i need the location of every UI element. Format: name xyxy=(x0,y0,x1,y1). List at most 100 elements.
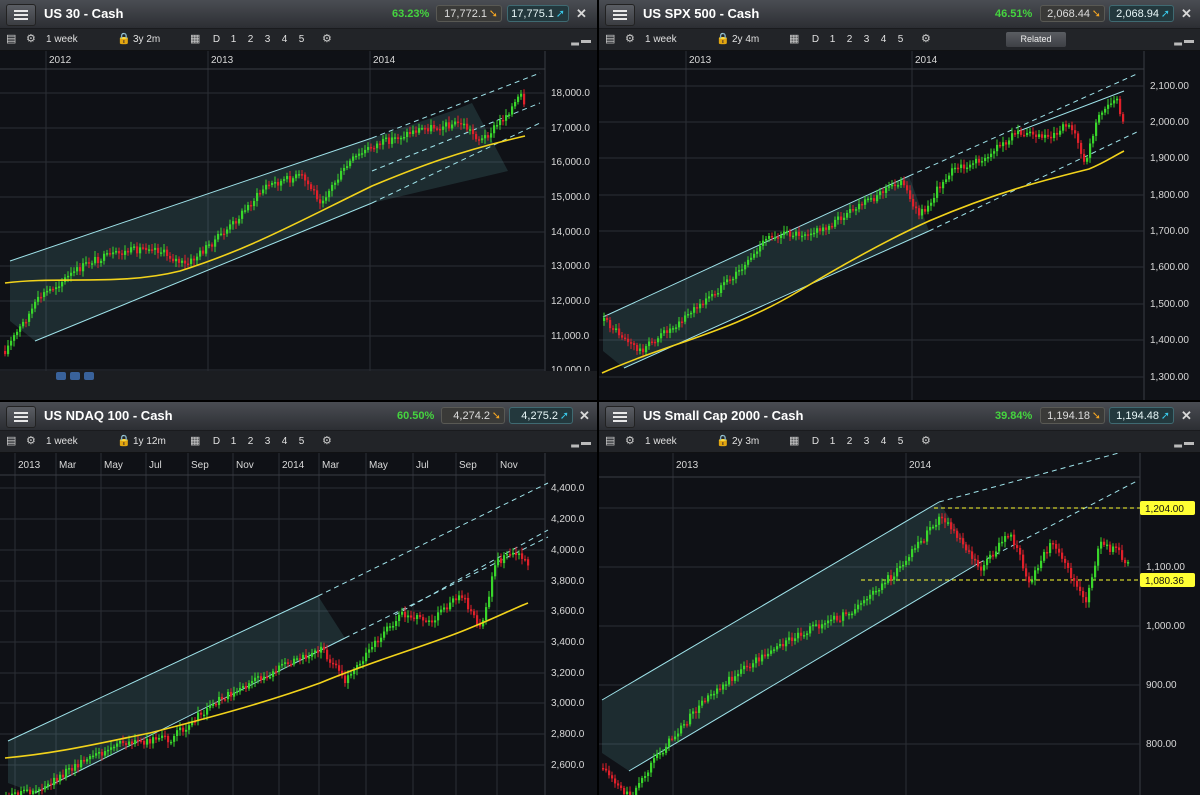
candle-body xyxy=(70,272,73,276)
close-icon[interactable]: ✕ xyxy=(579,408,590,424)
related-button[interactable]: Related xyxy=(1006,32,1066,47)
candle-body xyxy=(290,664,293,666)
chart-type-icon[interactable]: ▤ xyxy=(605,32,615,47)
chart-type-icon[interactable]: ▤ xyxy=(605,434,615,449)
price-chart[interactable]: 2012 2013 2014 18,000.0 17,000.0 16,000.… xyxy=(0,51,597,400)
sell-price-button[interactable]: 4,274.2 ➘ xyxy=(441,407,505,424)
price-label: 16,000.0 xyxy=(551,157,590,168)
gear-icon[interactable]: ⚙ xyxy=(921,32,931,47)
candle-body xyxy=(1113,100,1116,104)
buy-price-button[interactable]: 1,194.48 ➚ xyxy=(1109,407,1174,424)
buy-price-button[interactable]: 2,068.94 ➚ xyxy=(1109,5,1174,22)
range-5-button[interactable]: 5 xyxy=(892,434,909,449)
window-controls-icon[interactable]: ▂▬ xyxy=(571,437,593,448)
range-d-button[interactable]: D xyxy=(208,32,225,47)
candle-body xyxy=(418,128,421,133)
gear-icon[interactable]: ⚙ xyxy=(322,434,332,449)
candle-body xyxy=(149,739,152,744)
range-4-button[interactable]: 4 xyxy=(276,434,293,449)
window-controls-icon[interactable]: ▂▬ xyxy=(1174,437,1196,448)
candle-body xyxy=(617,783,620,786)
range-4-button[interactable]: 4 xyxy=(875,434,892,449)
range-3-button[interactable]: 3 xyxy=(259,434,276,449)
range-select[interactable]: 1y 12m xyxy=(133,434,166,449)
range-2-button[interactable]: 2 xyxy=(242,434,259,449)
buy-price-button[interactable]: 4,275.2 ➚ xyxy=(509,407,573,424)
candle-body xyxy=(163,249,166,253)
candle-body xyxy=(368,649,371,653)
candle-body xyxy=(296,658,299,660)
chart-type-icon[interactable]: ▤ xyxy=(6,434,16,449)
interval-select[interactable]: 1 week xyxy=(46,434,78,449)
sell-price-button[interactable]: 17,772.1 ➘ xyxy=(436,5,502,22)
range-3-button[interactable]: 3 xyxy=(858,32,875,47)
close-icon[interactable]: ✕ xyxy=(576,6,587,22)
range-select[interactable]: 2y 3m xyxy=(732,434,759,449)
lock-icon[interactable]: 🔒 xyxy=(716,434,730,449)
candle-body xyxy=(1061,552,1064,559)
calendar-icon[interactable]: ▦ xyxy=(789,32,799,47)
close-icon[interactable]: ✕ xyxy=(1181,6,1192,22)
range-1-button[interactable]: 1 xyxy=(225,434,242,449)
buy-price-button[interactable]: 17,775.1 ➚ xyxy=(507,5,569,22)
lock-icon[interactable]: 🔒 xyxy=(716,32,730,47)
range-5-button[interactable]: 5 xyxy=(293,434,310,449)
range-4-button[interactable]: 4 xyxy=(276,32,293,47)
calendar-icon[interactable]: ▦ xyxy=(789,434,799,449)
range-2-button[interactable]: 2 xyxy=(841,434,858,449)
settings-icon[interactable]: ⚙ xyxy=(26,32,36,47)
candle-body xyxy=(362,661,365,664)
sell-price-button[interactable]: 2,068.44 ➘ xyxy=(1040,5,1105,22)
range-select[interactable]: 3y 2m xyxy=(133,32,160,47)
range-4-button[interactable]: 4 xyxy=(875,32,892,47)
gear-icon[interactable]: ⚙ xyxy=(921,434,931,449)
range-2-button[interactable]: 2 xyxy=(242,32,259,47)
lock-icon[interactable]: 🔒 xyxy=(117,434,131,449)
time-label: Jul xyxy=(149,460,162,471)
range-3-button[interactable]: 3 xyxy=(858,434,875,449)
range-d-button[interactable]: D xyxy=(807,434,824,449)
candle-body xyxy=(61,282,64,287)
range-1-button[interactable]: 1 xyxy=(824,434,841,449)
range-d-button[interactable]: D xyxy=(208,434,225,449)
down-arrow-icon: ➘ xyxy=(1091,410,1101,422)
menu-icon[interactable] xyxy=(605,4,635,26)
calendar-icon[interactable]: ▦ xyxy=(190,434,200,449)
change-percent: 60.50% xyxy=(397,410,435,422)
settings-icon[interactable]: ⚙ xyxy=(625,434,635,449)
menu-icon[interactable] xyxy=(6,4,36,26)
calendar-icon[interactable]: ▦ xyxy=(190,32,200,47)
candle-body xyxy=(1104,108,1107,113)
candle-body xyxy=(209,705,212,708)
price-chart[interactable]: 2013 Mar May Jul Sep Nov 2014 Mar May Ju… xyxy=(0,453,597,795)
time-label: 2014 xyxy=(373,55,396,66)
sell-price-button[interactable]: 1,194.18 ➘ xyxy=(1040,407,1105,424)
menu-icon[interactable] xyxy=(605,406,635,428)
close-icon[interactable]: ✕ xyxy=(1181,408,1192,424)
chart-type-icon[interactable]: ▤ xyxy=(6,32,16,47)
price-chart[interactable]: 2013 2014 1,100.00 1,000.00 900.00 800.0… xyxy=(599,453,1200,795)
window-controls-icon[interactable]: ▂▬ xyxy=(1174,35,1196,46)
lock-icon[interactable]: 🔒 xyxy=(117,32,131,47)
interval-select[interactable]: 1 week xyxy=(645,434,677,449)
settings-icon[interactable]: ⚙ xyxy=(26,434,36,449)
candle-body xyxy=(98,752,101,754)
interval-select[interactable]: 1 week xyxy=(645,32,677,47)
range-d-button[interactable]: D xyxy=(807,32,824,47)
range-1-button[interactable]: 1 xyxy=(824,32,841,47)
candle-body xyxy=(746,665,749,668)
window-controls-icon[interactable]: ▂▬ xyxy=(571,35,593,46)
menu-icon[interactable] xyxy=(6,406,36,428)
range-select[interactable]: 2y 4m xyxy=(732,32,759,47)
price-chart[interactable]: 2013 2014 2,100.00 2,000.00 1,900.00 1,8… xyxy=(599,51,1200,400)
gear-icon[interactable]: ⚙ xyxy=(322,32,332,47)
interval-select[interactable]: 1 week xyxy=(46,32,78,47)
range-5-button[interactable]: 5 xyxy=(892,32,909,47)
settings-icon[interactable]: ⚙ xyxy=(625,32,635,47)
range-3-button[interactable]: 3 xyxy=(259,32,276,47)
range-5-button[interactable]: 5 xyxy=(293,32,310,47)
candle-body xyxy=(269,676,272,679)
candle-body xyxy=(485,607,488,621)
range-1-button[interactable]: 1 xyxy=(225,32,242,47)
range-2-button[interactable]: 2 xyxy=(841,32,858,47)
